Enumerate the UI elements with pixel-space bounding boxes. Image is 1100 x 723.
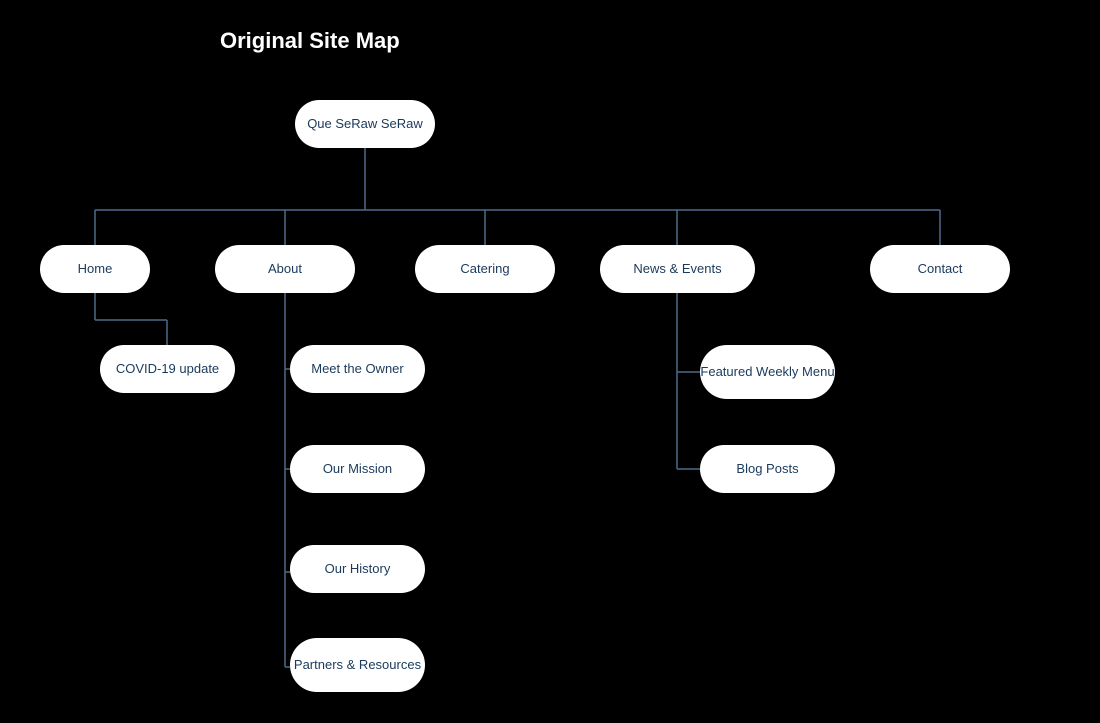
node-catering: Catering [415,245,555,293]
node-featured: Featured Weekly Menu [700,345,835,399]
node-history: Our History [290,545,425,593]
node-about: About [215,245,355,293]
node-covid: COVID-19 update [100,345,235,393]
node-contact: Contact [870,245,1010,293]
node-mission: Our Mission [290,445,425,493]
page-title: Original Site Map [220,28,400,54]
node-blog: Blog Posts [700,445,835,493]
node-meet: Meet the Owner [290,345,425,393]
node-news: News & Events [600,245,755,293]
node-partners: Partners & Resources [290,638,425,692]
node-home: Home [40,245,150,293]
node-root: Que SeRaw SeRaw [295,100,435,148]
